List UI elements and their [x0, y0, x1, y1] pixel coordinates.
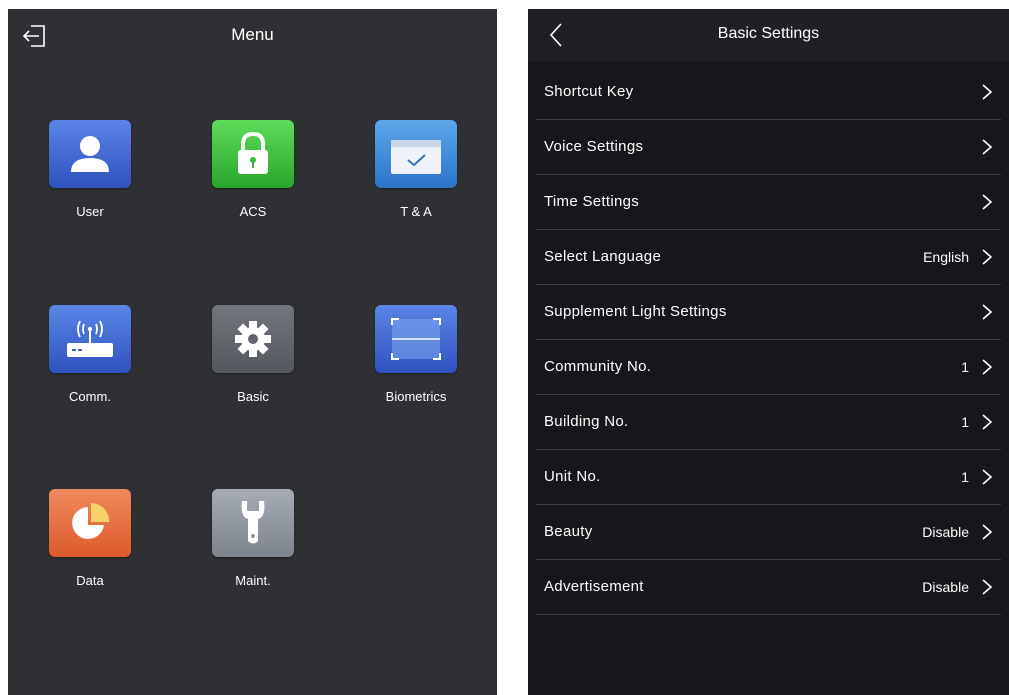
menu-tile-data[interactable]: Data — [35, 489, 145, 588]
settings-row-building-no[interactable]: Building No. 1 — [536, 395, 1001, 450]
menu-tile-basic[interactable]: Basic — [198, 305, 308, 404]
settings-row-unit-no[interactable]: Unit No. 1 — [536, 450, 1001, 505]
menu-tile-maint[interactable]: Maint. — [198, 489, 308, 588]
settings-row-label: Community No. — [544, 358, 652, 375]
menu-tile-label: T & A — [400, 204, 432, 219]
chevron-right-icon — [982, 249, 993, 265]
settings-header: Basic Settings — [528, 9, 1009, 61]
settings-row-value: English — [923, 249, 969, 265]
settings-row-label: Supplement Light Settings — [544, 303, 727, 320]
menu-header: Menu — [8, 9, 497, 61]
menu-tile-label: Comm. — [69, 389, 111, 404]
wrench-icon — [212, 489, 294, 557]
menu-tile-label: Maint. — [235, 573, 271, 588]
settings-row-value: 1 — [961, 414, 969, 430]
pie-chart-icon — [49, 489, 131, 557]
settings-row-advertisement[interactable]: Advertisement Disable — [536, 560, 1001, 615]
menu-tile-ta[interactable]: T & A — [361, 120, 471, 219]
settings-row-label: Voice Settings — [544, 138, 644, 155]
settings-title: Basic Settings — [717, 25, 820, 42]
settings-row-label: Advertisement — [544, 578, 644, 595]
settings-row-beauty[interactable]: Beauty Disable — [536, 505, 1001, 560]
chevron-right-icon — [982, 304, 993, 320]
settings-row-supplement-light[interactable]: Supplement Light Settings — [536, 285, 1001, 340]
gear-icon — [212, 305, 294, 373]
settings-row-label: Time Settings — [544, 193, 640, 210]
chevron-right-icon — [982, 194, 993, 210]
menu-tile-label: Basic — [237, 389, 269, 404]
chevron-right-icon — [982, 414, 993, 430]
settings-row-value: Disable — [922, 524, 969, 540]
settings-row-label: Beauty — [544, 523, 593, 540]
lock-icon — [212, 120, 294, 188]
chevron-right-icon — [982, 139, 993, 155]
chevron-right-icon — [982, 524, 993, 540]
calendar-check-icon — [375, 120, 457, 188]
menu-tile-label: Data — [76, 573, 104, 588]
settings-row-shortcut-key[interactable]: Shortcut Key — [536, 65, 1001, 120]
menu-tile-acs[interactable]: ACS — [198, 120, 308, 219]
settings-row-label: Building No. — [544, 413, 629, 430]
menu-tile-biometrics[interactable]: Biometrics — [361, 305, 471, 404]
settings-row-time-settings[interactable]: Time Settings — [536, 175, 1001, 230]
settings-row-select-language[interactable]: Select Language English — [536, 230, 1001, 285]
chevron-right-icon — [982, 359, 993, 375]
menu-tile-label: User — [76, 204, 104, 219]
settings-row-voice-settings[interactable]: Voice Settings — [536, 120, 1001, 175]
settings-row-value: 1 — [961, 469, 969, 485]
settings-row-label: Select Language — [544, 248, 662, 265]
router-icon — [49, 305, 131, 373]
settings-row-value: 1 — [961, 359, 969, 375]
settings-row-label: Shortcut Key — [544, 83, 634, 100]
chevron-right-icon — [982, 579, 993, 595]
menu-tile-label: Biometrics — [385, 389, 447, 404]
menu-tile-label: ACS — [239, 204, 267, 219]
user-icon — [49, 120, 131, 188]
menu-tile-user[interactable]: User — [35, 120, 145, 219]
settings-row-community-no[interactable]: Community No. 1 — [536, 340, 1001, 395]
settings-list: Shortcut Key Voice Settings Time Setting… — [528, 65, 1009, 615]
chevron-right-icon — [982, 84, 993, 100]
settings-row-label: Unit No. — [544, 468, 601, 485]
settings-row-value: Disable — [922, 579, 969, 595]
chevron-right-icon — [982, 469, 993, 485]
basic-settings-panel: Basic Settings Shortcut Key Voice Settin… — [528, 9, 1009, 695]
scan-frame-icon — [375, 305, 457, 373]
menu-tile-comm[interactable]: Comm. — [35, 305, 145, 404]
menu-panel: Menu User ACS T & A Comm. Basic Biometri… — [8, 9, 497, 695]
menu-title: Menu — [231, 25, 274, 44]
